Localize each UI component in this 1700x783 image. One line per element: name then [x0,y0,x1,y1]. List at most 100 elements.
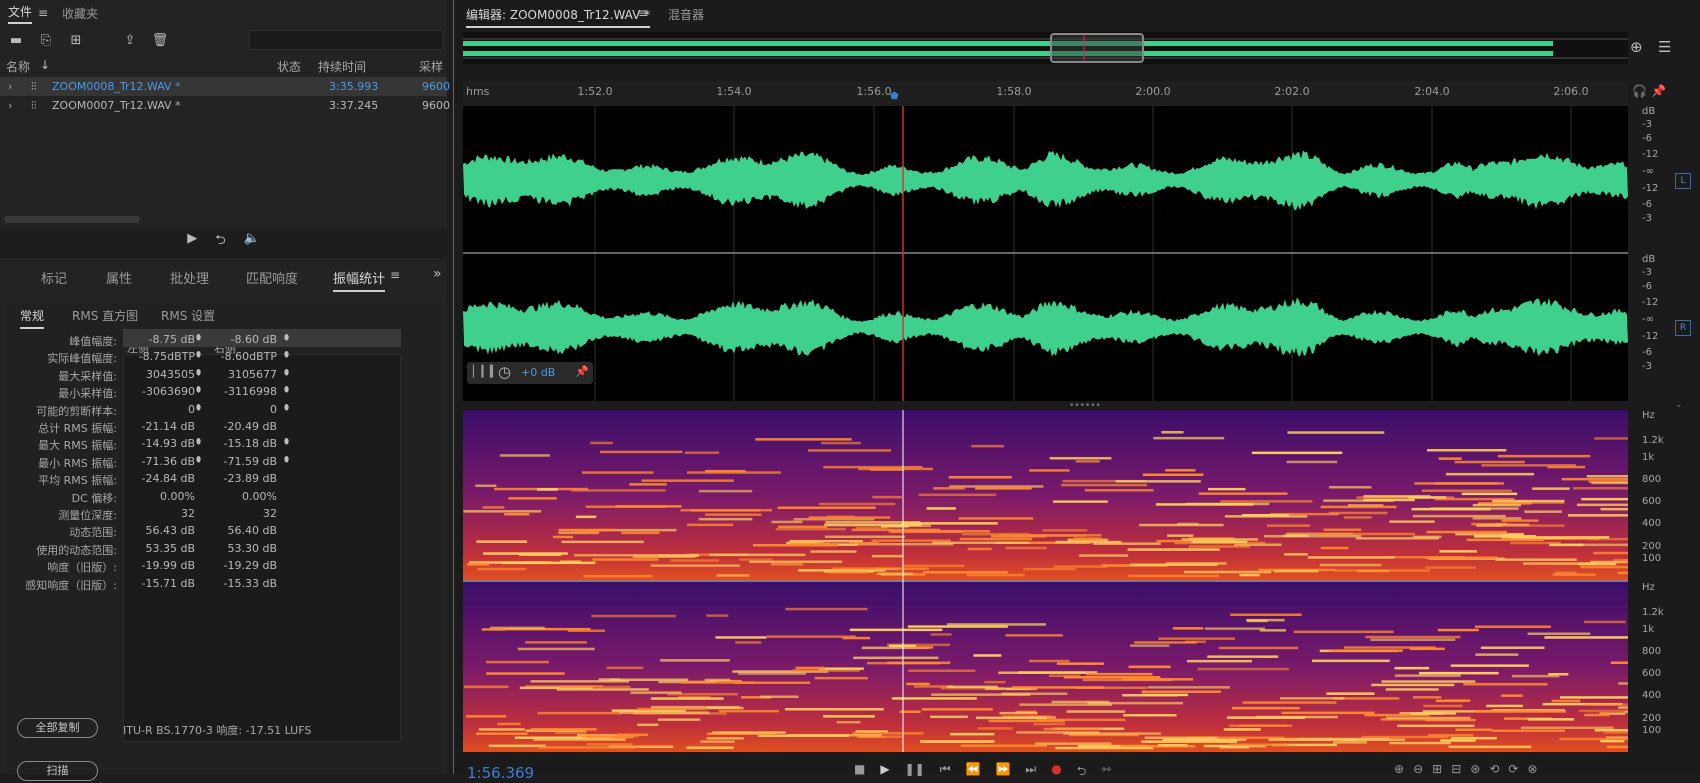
export-icon[interactable]: ⇪ [120,31,140,49]
go-to-marker-icon[interactable]: ⬮ [284,350,289,360]
menu-icon[interactable]: ≡ [38,6,48,20]
hz-scale-label: 800 [1642,646,1662,657]
file-search-input[interactable] [249,30,443,50]
rewind-icon[interactable]: ⏪ [966,762,981,783]
ruler-tick: 1:58.0 [996,85,1032,98]
play-icon[interactable]: ▶ [880,762,889,783]
stat-left-value: 56.43 dB [145,524,195,538]
pause-icon[interactable]: ❚❚ [905,762,925,783]
stat-left-value: -19.99 dB [141,559,196,573]
go-to-marker-icon[interactable]: ⬮ [284,333,289,343]
db-scale-label: -6 [1642,199,1652,210]
hz-scale: Hz 1.2k 1k 800 600 400 200 100 Hz 1.2k 1k 800 600 400… [1630,410,1670,752]
menu-icon[interactable]: ≡ [390,268,400,282]
subtab-rms-settings[interactable]: RMS 设置 [161,307,215,324]
scan-button[interactable]: 扫描 [17,761,98,781]
go-to-marker-icon[interactable]: ⬮ [196,437,201,447]
volume-knob-icon[interactable]: ◷ [498,363,511,381]
channel-r-toggle[interactable]: R [1675,320,1691,336]
fast-forward-icon[interactable]: ⏩ [995,762,1010,783]
zoom-to-selection-icon[interactable]: ⊕ [1630,38,1643,56]
overview-waveform[interactable] [463,32,1628,64]
pin-icon[interactable]: 📌 [1651,84,1666,98]
channel-l-toggle[interactable]: L [1675,173,1691,189]
overview-viewport[interactable] [1050,33,1144,63]
files-tabs: 文件 ≡ 收藏夹 [0,0,447,26]
go-to-marker-icon[interactable]: ⬮ [196,455,201,465]
stat-right-value: -15.18 dB [223,437,278,451]
go-to-marker-icon[interactable]: ⬮ [196,350,201,360]
waveform-display[interactable]: ▏▎▍ ◷ +0 dB 📌 [463,106,1628,401]
skip-previous-icon[interactable]: ⏮ [940,762,951,783]
hud-gain: ▏▎▍ ◷ +0 dB 📌 [467,362,593,384]
expand-panels-icon[interactable]: » [433,266,442,282]
ruler-tick: 2:02.0 [1274,85,1310,98]
skip-next-icon[interactable]: ⏭ [1025,762,1036,783]
import-icon[interactable]: ⎘ [36,31,56,49]
go-to-marker-icon[interactable]: ⬮ [196,403,201,413]
skip-selection-icon[interactable]: ⇿ [1101,762,1111,783]
chevron-right-icon[interactable]: › [8,80,12,93]
tab-editor[interactable]: 编辑器: ZOOM0008_Tr12.WAV * [466,6,651,28]
editor-panel: 编辑器: ZOOM0008_Tr12.WAV * ≡ 混音器 ⊕ ☰ hms 1… [453,0,1700,782]
chevron-down-icon[interactable]: ⌄ [1675,400,1683,410]
column-duration[interactable]: 持续时间 [318,58,366,75]
loop-icon[interactable]: ⮌ [1077,762,1087,783]
tab-match-loudness[interactable]: 匹配响度 [246,268,298,287]
hz-scale-label: 1.2k [1642,607,1664,618]
stat-right-value: -71.59 dB [223,454,278,468]
record-icon[interactable]: ● [1051,762,1061,783]
tab-properties[interactable]: 属性 [106,268,132,287]
layout-icon[interactable]: ☰ [1658,38,1671,56]
menu-icon[interactable]: ≡ [638,6,648,20]
subtab-general[interactable]: 常规 [20,307,45,329]
go-to-marker-icon[interactable]: ⬮ [284,437,289,447]
play-icon[interactable]: ▶ [187,231,197,251]
go-to-marker-icon[interactable]: ⬮ [284,455,289,465]
gain-value[interactable]: +0 dB [521,366,555,379]
loop-icon[interactable]: ⮌ [215,231,225,251]
autoplay-icon[interactable]: 🔈 [244,231,260,251]
tab-mixer[interactable]: 混音器 [668,6,704,23]
tab-favorites[interactable]: 收藏夹 [62,5,98,22]
stat-right-value: 53.30 dB [227,541,277,555]
file-row[interactable]: › ⫶⫶ ZOOM0008_Tr12.WAV * 3:35.993 9600 [0,77,450,96]
stop-icon[interactable]: ■ [854,762,865,783]
hz-scale-label: Hz [1642,582,1655,593]
overview-channel-l [463,41,1553,46]
subtab-rms-histogram[interactable]: RMS 直方图 [72,307,138,324]
copy-all-button[interactable]: 全部复制 [17,718,98,738]
headphone-icon[interactable]: 🎧 [1632,84,1647,98]
spectral-display[interactable] [463,410,1700,752]
stats-row: 最小采样值: -3063690 -3116998 ⬮ ⬮ [0,382,400,401]
tab-markers[interactable]: 标记 [41,268,67,287]
time-ruler[interactable]: hms 1:52.0 1:54.0 1:56.0 1:58.0 2:00.0 2… [463,81,1628,106]
go-to-marker-icon[interactable]: ⬮ [196,333,201,343]
horizontal-scrollbar[interactable] [4,216,140,223]
db-scale-label: dB [1642,254,1656,265]
playhead-marker-icon[interactable]: ⬟ [890,91,899,102]
delete-icon[interactable]: 🗑 [150,31,170,49]
tab-files[interactable]: 文件 [8,3,33,24]
hz-scale-label: 1k [1642,452,1655,463]
go-to-marker-icon[interactable]: ⬮ [196,368,201,378]
chevron-right-icon[interactable]: › [8,99,12,112]
file-row[interactable]: › ⫶⫶ ZOOM0007_Tr12.WAV * 3:37.245 9600 [0,96,450,115]
column-rate[interactable]: 采样 [419,58,443,75]
hz-scale-label: 100 [1642,725,1662,736]
go-to-marker-icon[interactable]: ⬮ [196,385,201,395]
stat-right-value: 3105677 [228,367,277,381]
open-folder-icon[interactable]: ▬ [6,31,26,49]
go-to-marker-icon[interactable]: ⬮ [284,368,289,378]
waveform-svg [463,106,1628,401]
pin-icon[interactable]: 📌 [575,365,589,378]
column-status[interactable]: 状态 [277,58,301,75]
column-name[interactable]: 名称 [6,58,30,75]
tab-amplitude-stats[interactable]: 振幅统计 [333,268,386,292]
stat-right-value: -23.89 dB [223,472,278,486]
new-file-icon[interactable]: ⊞ [66,31,86,49]
go-to-marker-icon[interactable]: ⬮ [284,403,289,413]
stats-row: 可能的剪断样本: 0 0 ⬮ ⬮ [0,400,400,419]
go-to-marker-icon[interactable]: ⬮ [284,385,289,395]
tab-batch[interactable]: 批处理 [170,268,209,287]
